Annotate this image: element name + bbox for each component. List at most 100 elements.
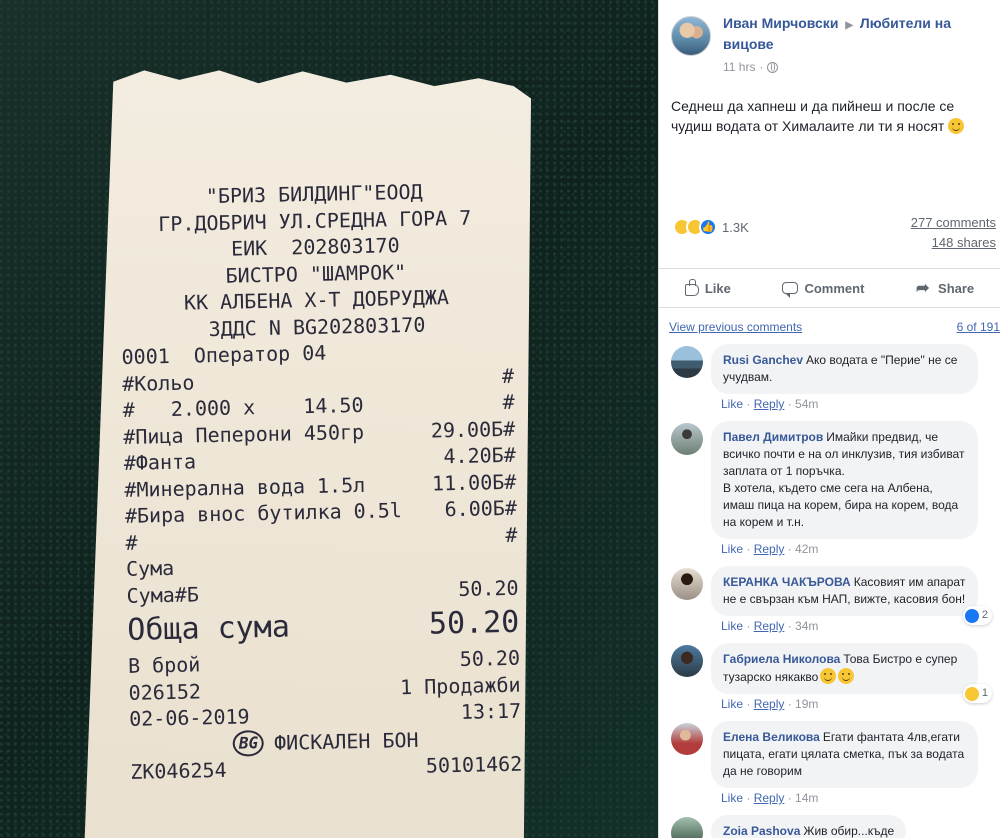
post-actions: Like Comment Share xyxy=(659,268,1000,308)
comment-button-label: Comment xyxy=(804,280,865,296)
author-line: Иван Мирчовски ▶ Любители на вицове xyxy=(723,14,988,54)
post-time[interactable]: 11 hrs xyxy=(723,60,755,74)
comment-button[interactable]: Comment xyxy=(782,280,865,298)
receipt-line-left: 026152 xyxy=(128,678,202,705)
engagement-counts: 277 comments 148 shares xyxy=(911,213,996,253)
comment-time[interactable]: 14m xyxy=(795,791,818,805)
comment-item: Габриела Николова Това Бистро е супер туз… xyxy=(659,643,1000,711)
comment-reply-button[interactable]: Reply xyxy=(754,619,785,633)
comment-reply-button[interactable]: Reply xyxy=(754,697,785,711)
post-stats: 👍 1.3K 277 comments 148 shares xyxy=(659,210,1000,262)
receipt-line-right: 1 Продажби xyxy=(399,672,521,699)
commenter-name[interactable]: КЕРАНКА ЧАКЪРОВА xyxy=(723,575,851,589)
comment-time[interactable]: 19m xyxy=(795,697,818,711)
receipt-line-left: ЗДДС N BG202803170 xyxy=(208,312,426,341)
commenter-avatar[interactable] xyxy=(671,568,703,600)
commenter-name[interactable]: Елена Великова xyxy=(723,730,820,744)
comment-time[interactable]: 54m xyxy=(795,397,818,411)
comments-count-link[interactable]: 277 comments xyxy=(911,213,996,233)
receipt-line-left: 0001 Оператор 04 xyxy=(121,340,327,369)
receipt-line-left: ZK046254 xyxy=(130,757,227,784)
reactions-summary[interactable]: 👍 1.3K xyxy=(673,218,749,236)
speech-bubble-icon xyxy=(782,282,799,298)
commenter-name[interactable]: Павел Димитров xyxy=(723,430,823,444)
comment-like-button[interactable]: Like xyxy=(721,397,743,411)
receipt-line-right: 50101462 xyxy=(425,751,523,778)
receipt-line-right: # xyxy=(501,363,515,388)
author-avatar[interactable] xyxy=(671,16,711,56)
reaction-count[interactable]: 1.3K xyxy=(722,220,749,235)
like-reaction-icon: 👍 xyxy=(699,218,717,236)
view-previous-comments-link[interactable]: View previous comments xyxy=(669,320,802,334)
comment-item: КЕРАНКА ЧАКЪРОВА Касовият им апарат не е … xyxy=(659,566,1000,633)
thumbs-up-icon xyxy=(684,278,699,296)
post-photo[interactable]: "БРИЗ БИЛДИНГ"ЕООД ГР.ДОБРИЧ УЛ.СРЕДНА ГО… xyxy=(0,0,658,838)
share-arrow-icon xyxy=(916,278,932,298)
haha-reaction-icon xyxy=(964,686,979,701)
comment-bubble: Елена Великова Егати фантата 4лв,егати пи… xyxy=(711,721,978,788)
receipt-line-right: 4.20Б# xyxy=(443,442,516,469)
receipt-line-right: # xyxy=(502,389,515,414)
comment-reaction-count: 1 xyxy=(981,687,988,699)
comment-footer: Like · Reply · 19m xyxy=(721,697,819,711)
commenter-avatar[interactable] xyxy=(671,346,703,378)
share-button-label: Share xyxy=(938,280,975,296)
comment-pagination-count[interactable]: 6 of 191 xyxy=(957,320,1000,334)
commenter-avatar[interactable] xyxy=(671,817,703,838)
shares-count-link[interactable]: 148 shares xyxy=(911,233,996,253)
commenter-name[interactable]: Габриела Николова xyxy=(723,652,840,666)
receipt-line-left: 02-06-2019 xyxy=(128,704,250,731)
receipt-line-right: 50.20 xyxy=(428,604,520,642)
comment-bubble: Rusi Ganchev Ако водата е "Перие" не се у… xyxy=(711,344,978,394)
comment-item: Zoia Pashova Жив обир...къде xyxy=(659,815,1000,838)
comment-time[interactable]: 42m xyxy=(795,542,818,556)
post-text-body: Седнеш да хапнеш и да пийнеш и после се … xyxy=(671,98,955,134)
comment-like-button[interactable]: Like xyxy=(721,697,743,711)
receipt-text: "БРИЗ БИЛДИНГ"ЕООД ГР.ДОБРИЧ УЛ.СРЕДНА ГО… xyxy=(118,177,522,786)
comment-bubble: Zoia Pashova Жив обир...къде xyxy=(711,815,907,838)
smile-emoji-icon xyxy=(838,668,855,684)
commenter-name[interactable]: Rusi Ganchev xyxy=(723,353,803,367)
caret-right-icon: ▶ xyxy=(845,20,854,31)
author-name[interactable]: Иван Мирчовски xyxy=(723,15,838,31)
comment-reaction-count: 2 xyxy=(981,609,988,621)
commenter-name[interactable]: Zoia Pashova xyxy=(723,824,800,838)
comment-like-button[interactable]: Like xyxy=(721,791,743,805)
commenter-avatar[interactable] xyxy=(671,423,703,455)
post-panel: Иван Мирчовски ▶ Любители на вицове 11 h… xyxy=(658,0,1000,838)
comment-item: Rusi Ganchev Ако водата е "Перие" не се у… xyxy=(659,344,1000,411)
receipt-line-right: 50.20 xyxy=(459,645,521,671)
receipt-line-left: В брой xyxy=(127,652,201,678)
comment-bubble: Павел Димитров Имайки предвид, че всичко … xyxy=(711,421,978,539)
comment-like-button[interactable]: Like xyxy=(721,542,743,556)
smile-emoji-icon xyxy=(948,118,965,134)
share-button[interactable]: Share xyxy=(916,278,975,298)
receipt-line-right: 13:17 xyxy=(460,698,522,724)
receipt-line-left: # xyxy=(125,530,138,555)
comment-footer: Like · Reply · 14m xyxy=(721,791,819,805)
receipt-line-right: # xyxy=(505,522,518,547)
receipt-line-right: 50.20 xyxy=(458,575,519,601)
receipt-line-left: #Пица Пеперони 450гр xyxy=(123,419,365,449)
like-button-label: Like xyxy=(704,280,731,296)
comment-item: Елена Великова Егати фантата 4лв,егати пи… xyxy=(659,721,1000,805)
commenter-avatar[interactable] xyxy=(671,645,703,677)
comment-time[interactable]: 34m xyxy=(795,619,818,633)
commenter-avatar[interactable] xyxy=(671,723,703,755)
post-header: Иван Мирчовски ▶ Любители на вицове 11 h… xyxy=(659,0,1000,80)
receipt-line-left: ЕИК 202803170 xyxy=(230,233,400,261)
comment-reply-button[interactable]: Reply xyxy=(754,542,785,556)
comment-like-button[interactable]: Like xyxy=(721,619,743,633)
globe-icon[interactable] xyxy=(767,61,779,73)
comment-reply-button[interactable]: Reply xyxy=(754,397,785,411)
receipt-line-left: ФИСКАЛЕН БОН xyxy=(273,727,419,755)
comment-reactions[interactable]: 2 xyxy=(962,606,992,625)
comment-reactions[interactable]: 1 xyxy=(962,684,992,703)
like-button[interactable]: Like xyxy=(684,278,731,296)
comment-reply-button[interactable]: Reply xyxy=(754,791,785,805)
like-reaction-icon xyxy=(964,608,979,623)
receipt-line-left: Сума xyxy=(125,555,175,581)
dot-separator: · xyxy=(759,60,764,74)
smile-emoji-icon xyxy=(820,668,837,684)
receipt-line-left: #Фанта xyxy=(123,449,197,475)
